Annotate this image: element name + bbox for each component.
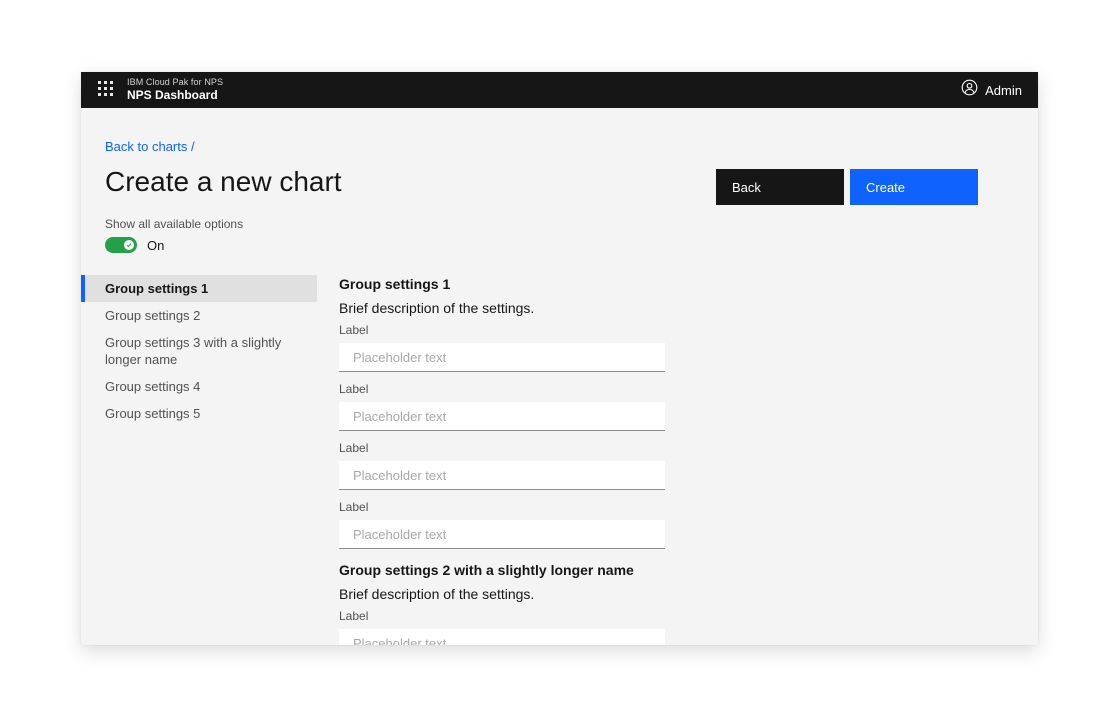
create-button[interactable]: Create bbox=[850, 169, 978, 205]
app-eyebrow: IBM Cloud Pak for NPS bbox=[127, 77, 223, 88]
toggle-knob bbox=[124, 240, 134, 250]
section-fields: Label bbox=[339, 609, 665, 645]
field-label: Label bbox=[339, 323, 665, 337]
text-input[interactable] bbox=[339, 343, 665, 372]
form-field: Label bbox=[339, 323, 665, 372]
app-switcher-button[interactable] bbox=[93, 78, 117, 102]
form-field: Label bbox=[339, 441, 665, 490]
back-button[interactable]: Back bbox=[716, 169, 844, 205]
toggle-area: Show all available options On bbox=[105, 217, 978, 253]
form-field: Label bbox=[339, 609, 665, 645]
page-content: Back to charts / Create a new chart Back… bbox=[81, 108, 1038, 645]
app-title: NPS Dashboard bbox=[127, 88, 223, 103]
breadcrumb[interactable]: Back to charts / bbox=[105, 139, 195, 154]
toggle-state-label: On bbox=[147, 238, 164, 253]
form-field: Label bbox=[339, 500, 665, 549]
toggle-label: Show all available options bbox=[105, 217, 978, 231]
check-icon bbox=[126, 242, 132, 248]
app-titles: IBM Cloud Pak for NPS NPS Dashboard bbox=[127, 77, 223, 103]
section-fields: Label Label Label Label bbox=[339, 323, 665, 549]
text-input[interactable] bbox=[339, 629, 665, 645]
action-buttons: Back Create bbox=[716, 169, 978, 205]
form-section: Group settings 1 Brief description of th… bbox=[339, 275, 665, 549]
form-field: Label bbox=[339, 382, 665, 431]
sidebar-nav-item[interactable]: Group settings 1 bbox=[81, 275, 317, 302]
page-head: Back to charts / Create a new chart Back… bbox=[81, 138, 1038, 253]
top-header-bar: IBM Cloud Pak for NPS NPS Dashboard Admi… bbox=[81, 72, 1038, 108]
settings-nav: Group settings 1 Group settings 2 Group … bbox=[81, 275, 317, 645]
section-heading: Group settings 2 with a slightly longer … bbox=[339, 561, 665, 579]
sidebar-nav-item[interactable]: Group settings 4 bbox=[81, 373, 317, 400]
field-label: Label bbox=[339, 500, 665, 514]
text-input[interactable] bbox=[339, 461, 665, 490]
sidebar-nav-item[interactable]: Group settings 5 bbox=[81, 400, 317, 427]
sidebar-nav-item[interactable]: Group settings 3 with a slightly longer … bbox=[81, 329, 317, 373]
form-section: Group settings 2 with a slightly longer … bbox=[339, 561, 665, 645]
section-heading: Group settings 1 bbox=[339, 275, 665, 293]
text-input[interactable] bbox=[339, 520, 665, 549]
page-title: Create a new chart bbox=[105, 164, 342, 200]
title-row: Create a new chart Back Create bbox=[105, 164, 978, 205]
field-label: Label bbox=[339, 609, 665, 623]
field-label: Label bbox=[339, 382, 665, 396]
section-description: Brief description of the settings. bbox=[339, 299, 665, 317]
user-label: Admin bbox=[985, 83, 1022, 98]
show-options-toggle[interactable] bbox=[105, 237, 137, 253]
header-left: IBM Cloud Pak for NPS NPS Dashboard bbox=[93, 77, 223, 103]
toggle-row: On bbox=[105, 237, 978, 253]
user-menu[interactable]: Admin bbox=[961, 79, 1022, 101]
settings-body: Group settings 1 Group settings 2 Group … bbox=[81, 275, 1038, 645]
app-switcher-grid-icon bbox=[98, 81, 113, 99]
app-window: IBM Cloud Pak for NPS NPS Dashboard Admi… bbox=[81, 72, 1038, 645]
section-description: Brief description of the settings. bbox=[339, 585, 665, 603]
field-label: Label bbox=[339, 441, 665, 455]
text-input[interactable] bbox=[339, 402, 665, 431]
settings-form: Group settings 1 Brief description of th… bbox=[339, 275, 665, 645]
sidebar-nav-item[interactable]: Group settings 2 bbox=[81, 302, 317, 329]
user-avatar-icon bbox=[961, 79, 978, 101]
